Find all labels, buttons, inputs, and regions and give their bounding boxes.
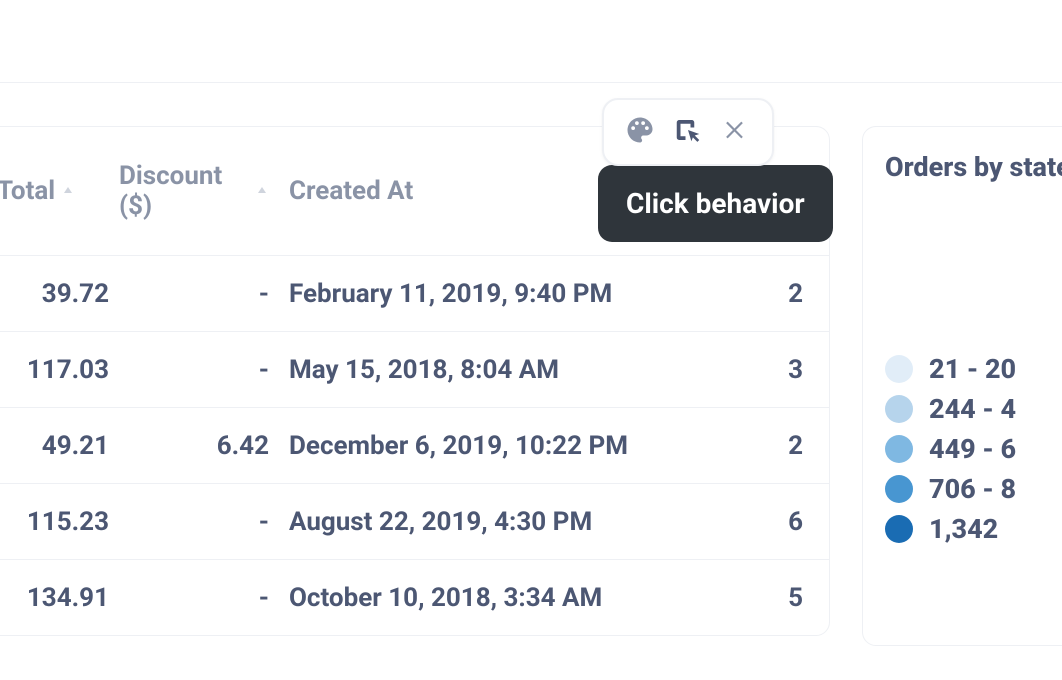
column-header-label: Total <box>0 176 55 206</box>
legend-item[interactable]: 1,342 <box>885 513 1062 545</box>
cell-discount: - <box>119 583 289 613</box>
column-header-label: Discount ($) <box>119 161 249 221</box>
cell-created-at: May 15, 2018, 8:04 AM <box>289 355 743 385</box>
close-icon <box>723 117 749 147</box>
cell-qty: 2 <box>743 431 803 461</box>
legend-swatch <box>885 475 913 503</box>
column-header-discount[interactable]: Discount ($) <box>119 161 289 221</box>
divider <box>0 82 1062 83</box>
legend-item[interactable]: 449 - 6 <box>885 433 1062 465</box>
cell-qty: 3 <box>743 355 803 385</box>
column-header-total[interactable]: Total <box>0 176 119 206</box>
legend-label: 1,342 <box>929 513 998 545</box>
cell-total: 117.03 <box>0 355 119 385</box>
cell-total: 115.23 <box>0 507 119 537</box>
orders-by-state-panel: Orders by state 21 - 20 244 - 4 449 - 6 … <box>862 126 1062 646</box>
palette-button[interactable] <box>618 110 662 154</box>
legend-swatch <box>885 355 913 383</box>
legend-label: 244 - 4 <box>929 393 1016 425</box>
table-row[interactable]: 115.23 - August 22, 2019, 4:30 PM 6 <box>0 483 829 559</box>
cell-qty: 5 <box>743 583 803 613</box>
legend-label: 449 - 6 <box>929 433 1016 465</box>
tooltip: Click behavior <box>598 165 833 242</box>
cell-created-at: February 11, 2019, 9:40 PM <box>289 279 743 309</box>
click-behavior-icon <box>673 115 703 149</box>
sort-icon <box>61 184 75 198</box>
legend-label: 706 - 8 <box>929 473 1016 505</box>
table-row[interactable]: 49.21 6.42 December 6, 2019, 10:22 PM 2 <box>0 407 829 483</box>
cell-discount: 6.42 <box>119 431 289 461</box>
legend-swatch <box>885 435 913 463</box>
column-header-label: Created At <box>289 176 413 206</box>
close-button[interactable] <box>714 110 758 154</box>
cell-discount: - <box>119 507 289 537</box>
table-row[interactable]: 39.72 - February 11, 2019, 9:40 PM 2 <box>0 255 829 331</box>
legend-swatch <box>885 515 913 543</box>
tooltip-text: Click behavior <box>626 187 805 220</box>
legend-label: 21 - 20 <box>929 353 1016 385</box>
cell-created-at: October 10, 2018, 3:34 AM <box>289 583 743 613</box>
legend-swatch <box>885 395 913 423</box>
card-action-toolbar <box>602 98 774 166</box>
click-behavior-button[interactable] <box>666 110 710 154</box>
table-row[interactable]: 134.91 - October 10, 2018, 3:34 AM 5 <box>0 559 829 635</box>
cell-total: 134.91 <box>0 583 119 613</box>
legend-item[interactable]: 21 - 20 <box>885 353 1062 385</box>
cell-created-at: December 6, 2019, 10:22 PM <box>289 431 743 461</box>
legend-item[interactable]: 244 - 4 <box>885 393 1062 425</box>
sort-icon <box>255 184 269 198</box>
cell-created-at: August 22, 2019, 4:30 PM <box>289 507 743 537</box>
cell-qty: 2 <box>743 279 803 309</box>
side-panel-title: Orders by state <box>885 151 1062 183</box>
legend-item[interactable]: 706 - 8 <box>885 473 1062 505</box>
palette-icon <box>625 115 655 149</box>
legend: 21 - 20 244 - 4 449 - 6 706 - 8 1,342 <box>885 353 1062 545</box>
cell-discount: - <box>119 279 289 309</box>
cell-qty: 6 <box>743 507 803 537</box>
cell-total: 49.21 <box>0 431 119 461</box>
table-row[interactable]: 117.03 - May 15, 2018, 8:04 AM 3 <box>0 331 829 407</box>
cell-total: 39.72 <box>0 279 119 309</box>
cell-discount: - <box>119 355 289 385</box>
